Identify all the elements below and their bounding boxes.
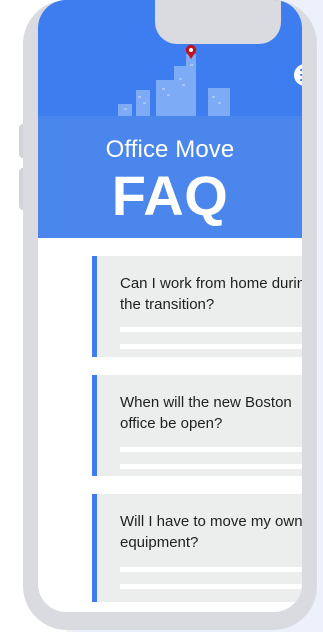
answer-placeholder-line <box>120 447 302 452</box>
faq-card-2[interactable]: When will the new Boston office be open? <box>92 375 302 476</box>
title-line: Office Move <box>105 136 235 163</box>
answer-placeholder-line <box>120 584 302 589</box>
faq-question: Will I have to move my own equipment? <box>120 513 302 551</box>
menu-line-1 <box>300 69 302 71</box>
faq-question: Can I work from home during the transiti… <box>120 275 302 313</box>
phone-notch <box>155 0 281 44</box>
phone-screen: Office Move FAQ Can I work from home dur… <box>38 0 302 612</box>
answer-placeholder-line <box>120 327 302 332</box>
faq-question: When will the new Boston office be open? <box>120 394 292 432</box>
skyline-icon <box>118 44 230 116</box>
faq-card-1[interactable]: Can I work from home during the transiti… <box>92 256 302 357</box>
answer-placeholder-line <box>120 567 302 572</box>
app-canvas: Office Move FAQ Can I work from home dur… <box>0 0 323 632</box>
faq-card-3[interactable]: Will I have to move my own equipment? <box>92 494 302 602</box>
title-faq: FAQ <box>111 164 229 227</box>
answer-placeholder-line <box>120 464 302 469</box>
page-title: Office Move FAQ <box>38 136 302 224</box>
answer-placeholder-line <box>120 344 302 349</box>
menu-line-2 <box>300 74 302 76</box>
menu-line-3 <box>300 79 302 81</box>
